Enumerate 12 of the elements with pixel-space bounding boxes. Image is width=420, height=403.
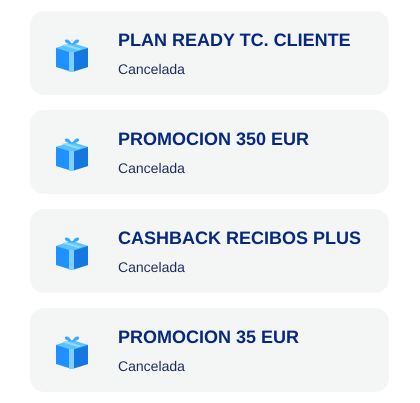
status-label: Cancelada — [118, 358, 186, 374]
promotion-card[interactable]: PROMOCION 350 EUR Cancelada — [30, 110, 389, 194]
promotion-title: PLAN READY TC. CLIENTE — [118, 30, 351, 50]
promotion-card[interactable]: CASHBACK RECIBOS PLUS Cancelada — [30, 209, 389, 293]
status-label: Cancelada — [118, 60, 186, 76]
status-label: Cancelada — [118, 160, 186, 176]
status-label: Cancelada — [118, 258, 186, 274]
promotion-title: CASHBACK RECIBOS PLUS — [118, 228, 362, 248]
promotion-card[interactable]: PLAN READY TC. CLIENTE Cancelada — [30, 11, 389, 95]
promotion-card[interactable]: PROMOCION 35 EUR Cancelada — [30, 308, 389, 392]
promotion-title: PROMOCION 350 EUR — [118, 128, 310, 150]
promotion-title: PROMOCION 35 EUR — [118, 326, 300, 348]
